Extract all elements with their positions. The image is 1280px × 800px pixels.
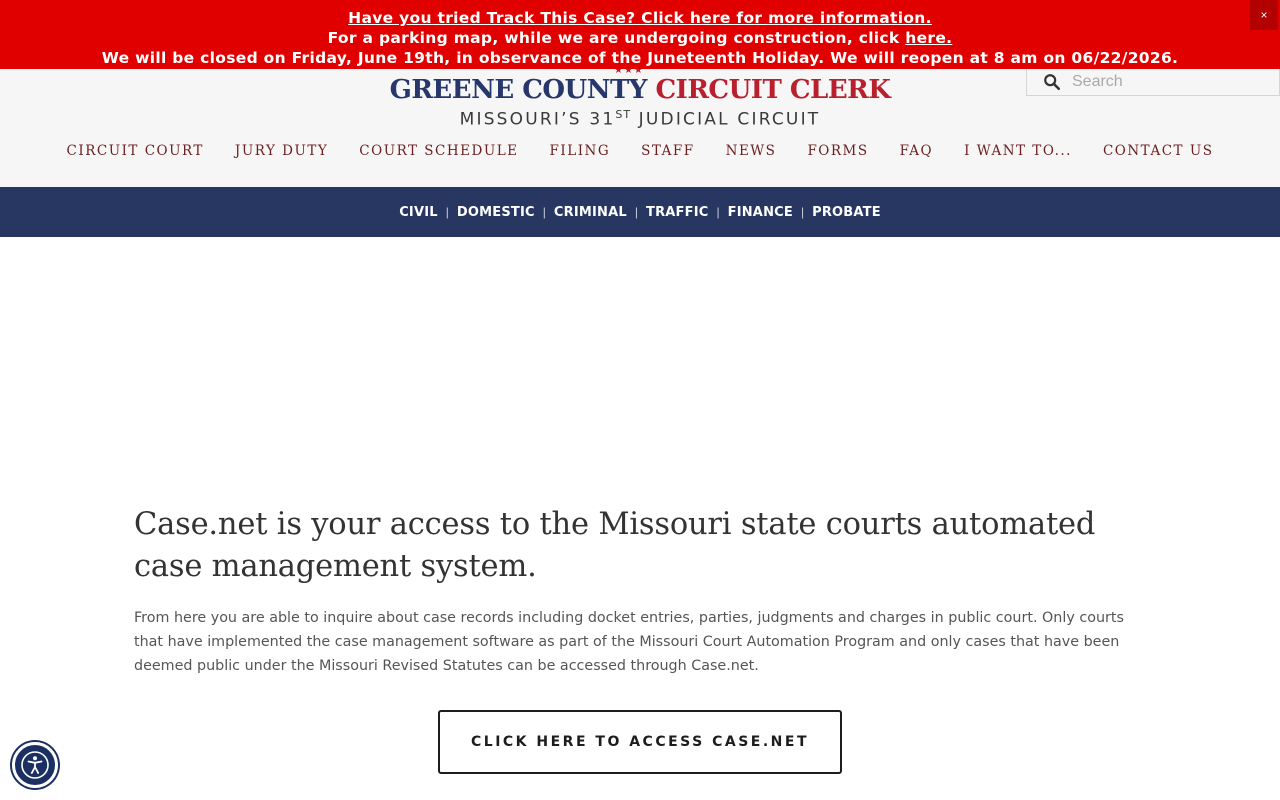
subnav-criminal[interactable]: CRIMINAL: [554, 205, 627, 220]
main-nav: CIRCUIT COURT JURY DUTY COURT SCHEDULE F…: [0, 143, 1280, 159]
alert-line-holiday: We will be closed on Friday, June 19th, …: [101, 49, 1179, 67]
subnav-traffic[interactable]: TRAFFIC: [646, 205, 708, 220]
close-icon: ×: [1260, 8, 1268, 22]
nav-i-want-to[interactable]: I WANT TO...: [964, 143, 1072, 159]
subnav-separator: |: [542, 205, 546, 219]
main-content: Case.net is your access to the Missouri …: [134, 504, 1154, 678]
logo-subtitle: MISSOURI’S 31ST JUDICIAL CIRCUIT: [0, 105, 1280, 130]
subnav-civil[interactable]: CIVIL: [399, 205, 438, 220]
parking-map-link[interactable]: here.: [905, 29, 952, 47]
logo-subtitle-part1: MISSOURI’S 31: [459, 109, 616, 130]
nav-filing[interactable]: FILING: [550, 143, 611, 159]
site-logo[interactable]: ★★★ GREENE COUNTY CIRCUIT CLERK MISSOURI…: [0, 65, 1280, 130]
site-header: ★★★ GREENE COUNTY CIRCUIT CLERK MISSOURI…: [0, 65, 1280, 187]
nav-staff[interactable]: STAFF: [641, 143, 695, 159]
parking-text: For a parking map, while we are undergoi…: [327, 29, 900, 47]
page-heading: Case.net is your access to the Missouri …: [134, 507, 1096, 584]
logo-name-county: GREENE COUNTY: [389, 75, 648, 105]
nav-news[interactable]: NEWS: [726, 143, 777, 159]
nav-circuit-court[interactable]: CIRCUIT COURT: [67, 143, 204, 159]
subnav-separator: |: [445, 205, 449, 219]
close-alert-button[interactable]: ×: [1250, 0, 1278, 30]
subnav-separator: |: [716, 205, 720, 219]
sub-nav: CIVIL | DOMESTIC | CRIMINAL | TRAFFIC | …: [0, 187, 1280, 237]
subnav-finance[interactable]: FINANCE: [728, 205, 793, 220]
nav-faq[interactable]: FAQ: [900, 143, 934, 159]
accessibility-button[interactable]: [12, 742, 58, 788]
logo-name: GREENE COUNTY CIRCUIT CLERK: [0, 73, 1280, 107]
logo-subtitle-part2: JUDICIAL CIRCUIT: [631, 109, 821, 130]
logo-name-clerk: CIRCUIT CLERK: [655, 75, 891, 105]
track-this-case-link[interactable]: Have you tried Track This Case? Click he…: [348, 9, 932, 27]
access-casenet-button[interactable]: CLICK HERE TO ACCESS CASE.NET: [438, 710, 842, 774]
subnav-separator: |: [800, 205, 805, 219]
subnav-separator: |: [634, 205, 638, 219]
nav-jury-duty[interactable]: JURY DUTY: [235, 143, 328, 159]
alert-banner: Have you tried Track This Case? Click he…: [0, 0, 1280, 69]
alert-line-track-case: Have you tried Track This Case? Click he…: [0, 0, 1280, 28]
alert-line-parking: For a parking map, while we are undergoi…: [0, 28, 1280, 48]
nav-contact-us[interactable]: CONTACT US: [1103, 143, 1213, 159]
page-description: From here you are able to inquire about …: [134, 610, 1124, 674]
logo-subtitle-sup: ST: [615, 108, 632, 121]
nav-forms[interactable]: FORMS: [807, 143, 868, 159]
nav-court-schedule[interactable]: COURT SCHEDULE: [359, 143, 518, 159]
subnav-probate[interactable]: PROBATE: [812, 205, 881, 220]
accessibility-icon: [21, 751, 49, 779]
subnav-domestic[interactable]: DOMESTIC: [457, 205, 535, 220]
